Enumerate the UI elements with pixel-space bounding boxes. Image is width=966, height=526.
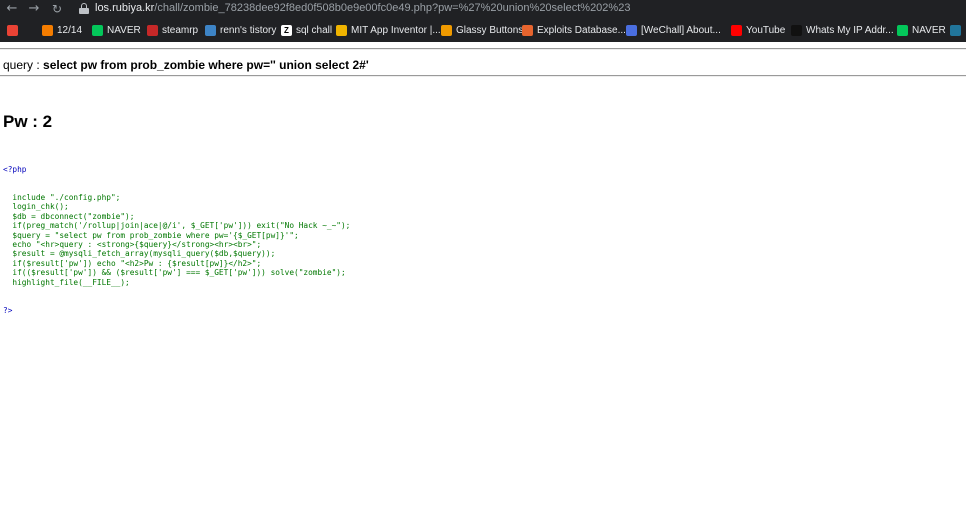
bookmark-item[interactable]: 12/14 [42, 20, 82, 40]
browser-chrome: ← → ↻ los.rubiya.kr/chall/zombie_78238de… [0, 0, 966, 42]
reload-icon[interactable]: ↻ [49, 1, 65, 17]
bookmark-item[interactable]: NAVER [92, 20, 141, 40]
blogger-icon [42, 24, 53, 36]
zeta-icon: Z [281, 24, 292, 36]
code-line: login_chk(); [3, 202, 69, 212]
bookmark-label: Whats My IP Addr... [806, 24, 894, 36]
whatsmyip-icon [791, 24, 802, 36]
bookmark-label: sql chall [296, 24, 333, 36]
bookmark-label: 12/14 [57, 24, 83, 36]
bookmark-item[interactable]: Glassy Buttons [441, 20, 523, 40]
bookmark-item[interactable]: steamrp [147, 20, 198, 40]
php-open-tag: <?php [3, 164, 27, 174]
pw-heading: Pw : 2 [3, 112, 53, 131]
forward-arrow-icon[interactable]: → [26, 1, 42, 17]
bookmarks-bar: 12/14 NAVER steamrp renn's tistory Zsql chal… [0, 20, 966, 40]
url-field[interactable]: los.rubiya.kr/chall/zombie_78238dee92f8e… [95, 2, 630, 14]
app-inventor-icon [336, 24, 347, 36]
bookmark-item[interactable]: MIT App Inventor |... [336, 20, 441, 40]
bookmark-item[interactable]: Zsql chall [281, 20, 332, 40]
naver-icon [92, 24, 103, 36]
tistory-icon [205, 24, 216, 36]
bookmark-item[interactable]: renn's tistory [205, 20, 276, 40]
bookmark-label: Glassy Buttons [456, 24, 524, 36]
lock-icon[interactable] [79, 3, 89, 14]
code-line: echo "<hr>query : <strong>{$query}</stro… [3, 239, 262, 249]
bookmark-label: NAVER [107, 24, 141, 36]
glassy-icon [441, 24, 452, 36]
query-prefix: query : [3, 58, 44, 72]
exploit-db-icon [522, 24, 533, 36]
bookmark-item[interactable]: Exploits Database... [522, 20, 626, 40]
bookmark-item[interactable] [950, 20, 965, 40]
bookmark-label: MIT App Inventor |... [351, 24, 441, 36]
bookmark-label: steamrp [162, 24, 199, 36]
bookmark-label: Exploits Database... [537, 24, 626, 36]
address-bar: ← → ↻ los.rubiya.kr/chall/zombie_78238de… [0, 0, 966, 18]
bookmark-label: [WeChall] About... [641, 24, 721, 36]
apps-grid-icon [7, 24, 18, 36]
php-close-tag: ?> [3, 305, 13, 315]
wordpress-icon [950, 24, 961, 36]
bookmark-label: renn's tistory [220, 24, 277, 36]
bookmark-item[interactable] [7, 20, 22, 40]
php-source-code: <?php include "./config.php"; login_chk(… [3, 146, 350, 325]
code-line: if(preg_match('/rollup|join|ace|@/i', $_… [3, 221, 351, 231]
query-line: query : select pw from prob_zombie where… [3, 58, 369, 72]
url-host: los.rubiya.kr [95, 2, 155, 14]
back-arrow-icon[interactable]: ← [4, 1, 20, 17]
wechall-icon [626, 24, 637, 36]
url-path: /chall/zombie_78238dee92f8ed0f508b0e9e00… [154, 2, 631, 14]
code-line: highlight_file(__FILE__); [3, 277, 130, 287]
code-line: if(($result['pw']) && ($result['pw'] ===… [3, 268, 346, 278]
naver-icon [897, 24, 908, 36]
divider-bottom [0, 75, 966, 77]
bookmark-item[interactable]: [WeChall] About... [626, 20, 721, 40]
bookmark-item[interactable]: Whats My IP Addr... [791, 20, 894, 40]
bookmark-label: YouTube [746, 24, 786, 36]
code-line: $query = "select pw from prob_zombie whe… [3, 230, 299, 240]
query-sql: select pw from prob_zombie where pw='' u… [43, 58, 369, 72]
steam-icon [147, 24, 158, 36]
code-line: include "./config.php"; [3, 193, 121, 203]
code-line: $result = @mysqli_fetch_array(mysqli_que… [3, 249, 276, 259]
divider-top [0, 48, 966, 50]
bookmark-item[interactable]: NAVER [897, 20, 946, 40]
code-line: if($result['pw']) echo "<h2>Pw : {$resul… [3, 258, 262, 268]
bookmark-label: NAVER [912, 24, 946, 36]
bookmark-item[interactable]: YouTube [731, 20, 785, 40]
youtube-icon [731, 24, 742, 36]
code-line: $db = dbconnect("zombie"); [3, 211, 135, 221]
